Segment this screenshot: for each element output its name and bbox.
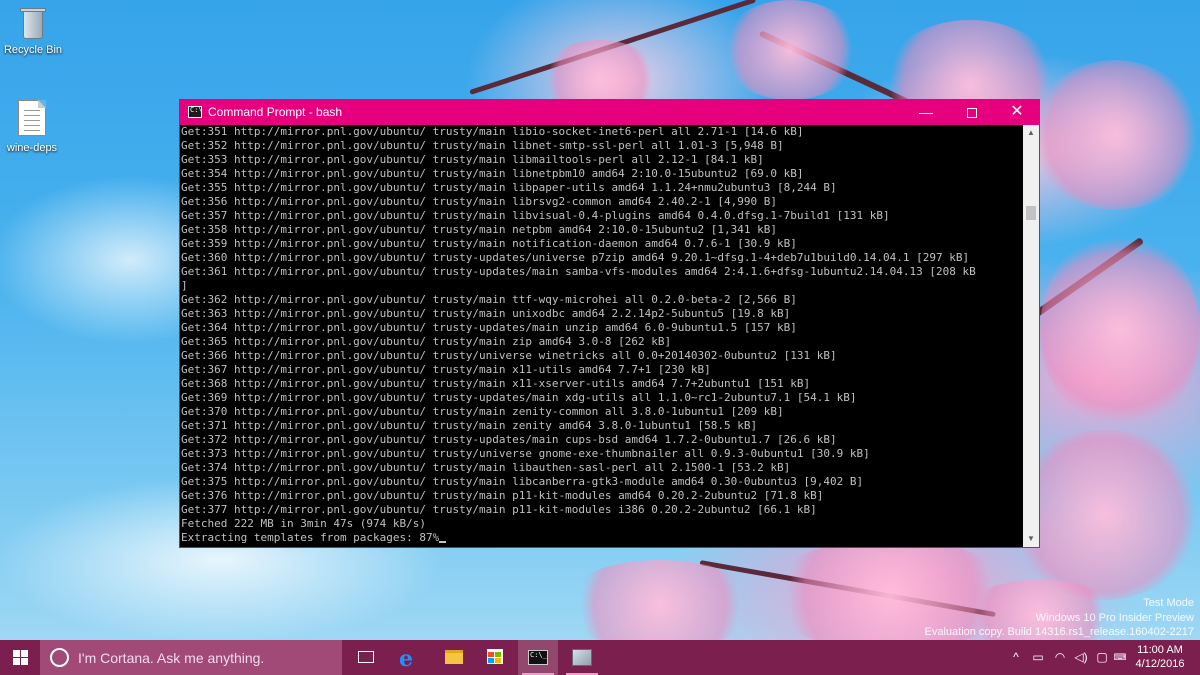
wifi-icon: ◠ (1054, 650, 1066, 664)
maximize-button[interactable] (949, 100, 995, 125)
window-titlebar[interactable]: Command Prompt - bash — ✕ (180, 100, 1039, 125)
action-center-button[interactable]: ▢ (1092, 640, 1112, 675)
taskbar: I'm Cortana. Ask me anything. e C:\_ ^ ▭… (0, 640, 1200, 675)
console-line: Get:366 http://mirror.pnl.gov/ubuntu/ tr… (181, 349, 837, 362)
battery-icon: ▭ (1032, 650, 1044, 664)
cortana-search-box[interactable]: I'm Cortana. Ask me anything. (40, 640, 342, 675)
console-line: Get:361 http://mirror.pnl.gov/ubuntu/ tr… (181, 265, 976, 278)
console-line: Fetched 222 MB in 3min 47s (974 kB/s) (181, 517, 427, 530)
desktop-icon-wine-deps[interactable]: wine-deps (0, 100, 64, 154)
window-title: Command Prompt - bash (208, 105, 343, 119)
console-line: Get:351 http://mirror.pnl.gov/ubuntu/ tr… (181, 125, 804, 138)
console-line: ] (181, 279, 188, 292)
recycle-bin-icon (16, 6, 50, 40)
console-line: Get:370 http://mirror.pnl.gov/ubuntu/ tr… (181, 405, 784, 418)
taskbar-task-view[interactable] (346, 640, 386, 675)
store-icon (487, 649, 503, 664)
start-button[interactable] (0, 640, 40, 675)
console-line: Get:357 http://mirror.pnl.gov/ubuntu/ tr… (181, 209, 890, 222)
console-line: Get:375 http://mirror.pnl.gov/ubuntu/ tr… (181, 475, 864, 488)
command-prompt-icon[interactable] (188, 106, 203, 118)
taskbar-wine-app[interactable] (562, 640, 602, 675)
console-line: Get:352 http://mirror.pnl.gov/ubuntu/ tr… (181, 139, 784, 152)
console-line: Get:368 http://mirror.pnl.gov/ubuntu/ tr… (181, 377, 811, 390)
console-line: Get:355 http://mirror.pnl.gov/ubuntu/ tr… (181, 181, 837, 194)
clock-date: 4/12/2016 (1135, 658, 1185, 670)
desktop-icon-label: wine-deps (6, 142, 58, 154)
cortana-icon (50, 648, 69, 667)
console-line: Get:365 http://mirror.pnl.gov/ubuntu/ tr… (181, 335, 672, 348)
console-line: Get:353 http://mirror.pnl.gov/ubuntu/ tr… (181, 153, 764, 166)
desktop-icon-recycle-bin[interactable]: Recycle Bin (1, 6, 65, 56)
search-placeholder: I'm Cortana. Ask me anything. (78, 650, 265, 666)
folder-icon (445, 650, 463, 664)
build-number-label: Evaluation copy. Build 14316.rs1_release… (924, 626, 1195, 638)
console-line: Get:374 http://mirror.pnl.gov/ubuntu/ tr… (181, 461, 791, 474)
clock-time: 11:00 AM (1137, 644, 1183, 656)
taskbar-file-explorer[interactable] (434, 640, 474, 675)
task-view-icon (358, 651, 374, 663)
build-edition-label: Windows 10 Pro Insider Preview (1035, 612, 1194, 624)
minimize-button[interactable]: — (903, 100, 949, 125)
console-line: Get:367 http://mirror.pnl.gov/ubuntu/ tr… (181, 363, 711, 376)
console-line: Get:358 http://mirror.pnl.gov/ubuntu/ tr… (181, 223, 778, 236)
test-mode-label: Test Mode (1143, 597, 1194, 609)
console-line: Get:371 http://mirror.pnl.gov/ubuntu/ tr… (181, 419, 758, 432)
text-cursor (439, 541, 447, 543)
windows-logo-icon (13, 650, 28, 665)
close-icon: ✕ (1010, 103, 1024, 120)
notification-icon: ▢ (1096, 650, 1108, 664)
command-prompt-window[interactable]: Command Prompt - bash — ✕ Get:351 http:/… (179, 99, 1040, 548)
taskbar-store[interactable] (475, 640, 515, 675)
speaker-icon: ◁) (1074, 650, 1088, 664)
taskbar-clock[interactable]: 11:00 AM 4/12/2016 (1128, 643, 1192, 671)
wine-app-icon (572, 649, 592, 666)
edge-browser-icon: e (399, 646, 413, 672)
scroll-up-icon[interactable]: ▲ (1023, 125, 1039, 141)
console-line: Get:369 http://mirror.pnl.gov/ubuntu/ tr… (181, 391, 857, 404)
console-line: Get:360 http://mirror.pnl.gov/ubuntu/ tr… (181, 251, 970, 264)
console-output[interactable]: Get:351 http://mirror.pnl.gov/ubuntu/ tr… (180, 125, 1023, 547)
battery-button[interactable]: ▭ (1028, 640, 1048, 675)
chevron-up-icon: ^ (1013, 650, 1019, 664)
volume-button[interactable]: ◁) (1070, 640, 1092, 675)
vertical-scrollbar[interactable]: ▲ ▼ (1023, 125, 1039, 547)
close-button[interactable]: ✕ (994, 100, 1040, 125)
maximize-icon (967, 108, 977, 118)
console-line: Get:363 http://mirror.pnl.gov/ubuntu/ tr… (181, 307, 791, 320)
console-progress-text: Extracting templates from packages: 87% (181, 531, 440, 544)
minimize-icon: — (919, 104, 933, 120)
scroll-down-icon[interactable]: ▼ (1023, 531, 1039, 547)
console-prompt-line: Extracting templates from packages: 87% (181, 531, 1023, 545)
text-document-icon (18, 100, 46, 136)
console-line: Get:377 http://mirror.pnl.gov/ubuntu/ tr… (181, 503, 817, 516)
show-hidden-icons-button[interactable]: ^ (1006, 640, 1026, 675)
desktop-icon-label: Recycle Bin (3, 44, 63, 56)
console-line: Get:362 http://mirror.pnl.gov/ubuntu/ tr… (181, 293, 797, 306)
console-line: Get:364 http://mirror.pnl.gov/ubuntu/ tr… (181, 321, 797, 334)
taskbar-edge[interactable]: e (390, 640, 430, 675)
taskbar-command-prompt[interactable]: C:\_ (518, 640, 558, 675)
console-line: Get:359 http://mirror.pnl.gov/ubuntu/ tr… (181, 237, 797, 250)
console-line: Get:373 http://mirror.pnl.gov/ubuntu/ tr… (181, 447, 870, 460)
console-line: Get:354 http://mirror.pnl.gov/ubuntu/ tr… (181, 167, 804, 180)
keyboard-button[interactable]: ⌨ (1112, 640, 1128, 675)
network-button[interactable]: ◠ (1050, 640, 1070, 675)
console-line: Get:356 http://mirror.pnl.gov/ubuntu/ tr… (181, 195, 778, 208)
console-line: Get:372 http://mirror.pnl.gov/ubuntu/ tr… (181, 433, 837, 446)
scrollbar-thumb[interactable] (1026, 206, 1036, 220)
console-line: Get:376 http://mirror.pnl.gov/ubuntu/ tr… (181, 489, 824, 502)
command-prompt-icon: C:\_ (528, 650, 548, 665)
